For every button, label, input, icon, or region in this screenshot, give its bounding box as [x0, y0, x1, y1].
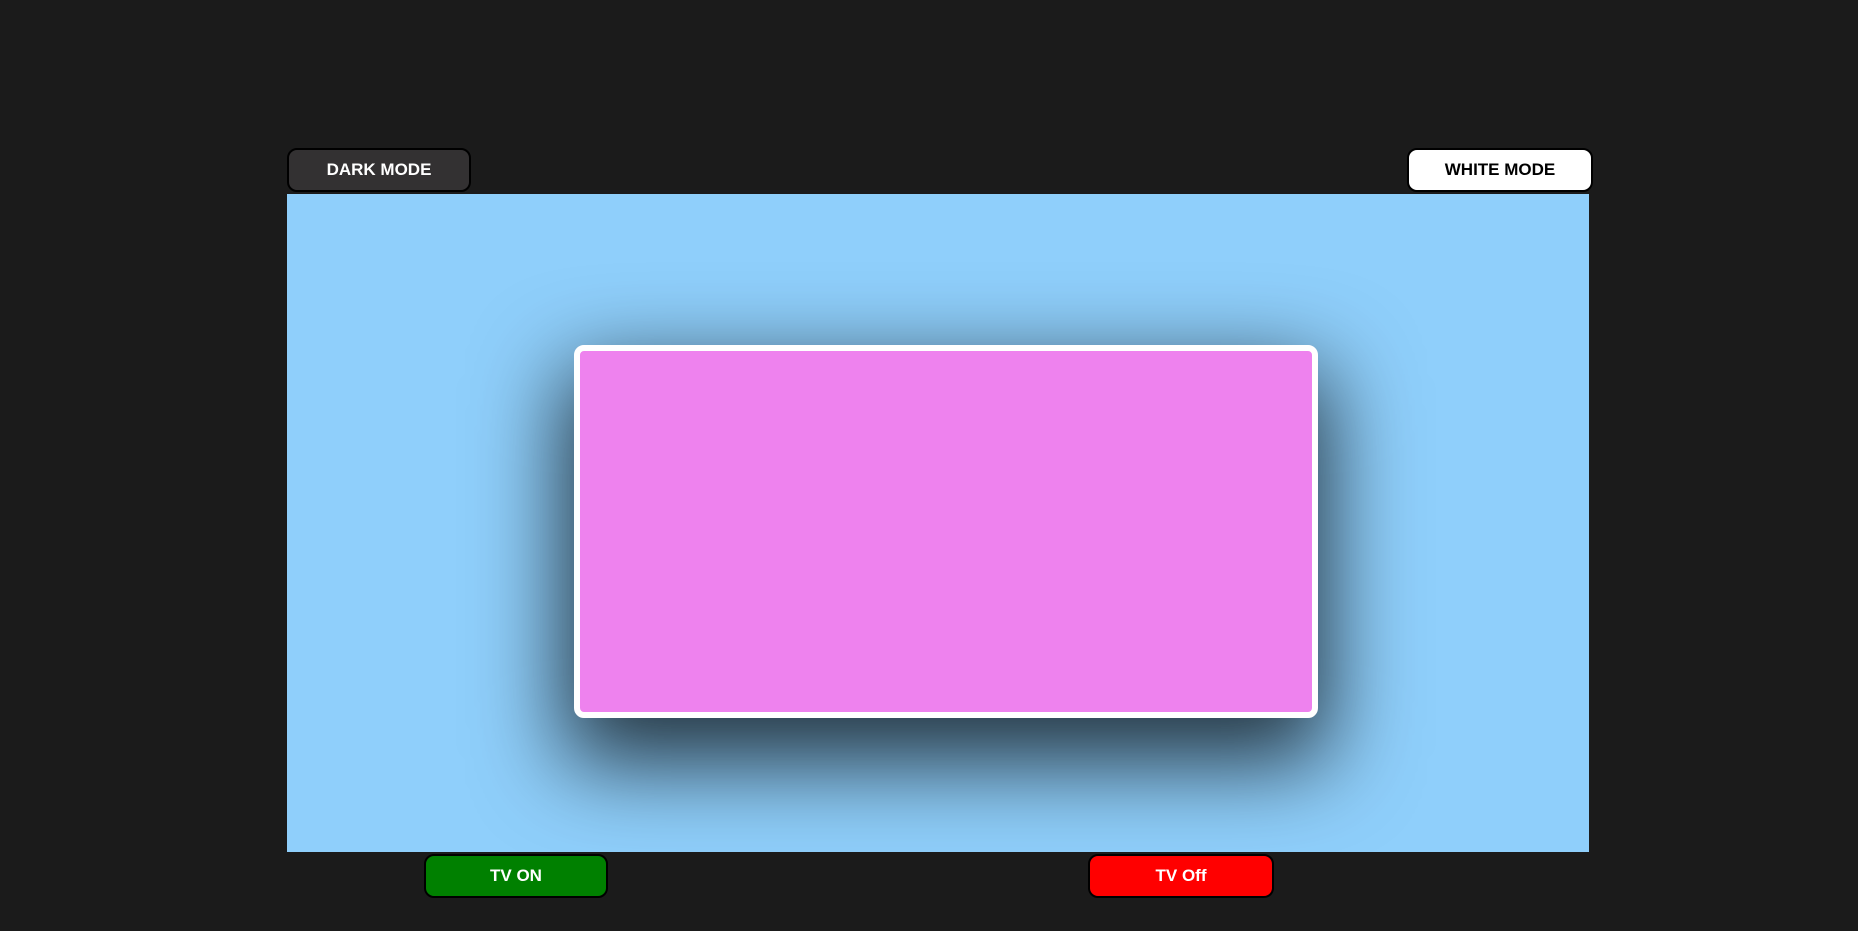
- white-mode-button[interactable]: WHITE MODE: [1407, 148, 1593, 192]
- dark-mode-button[interactable]: DARK MODE: [287, 148, 471, 192]
- tv-stage: [287, 194, 1589, 852]
- tv-screen: [574, 345, 1318, 718]
- tv-off-button[interactable]: TV Off: [1088, 854, 1274, 898]
- tv-on-button[interactable]: TV ON: [424, 854, 608, 898]
